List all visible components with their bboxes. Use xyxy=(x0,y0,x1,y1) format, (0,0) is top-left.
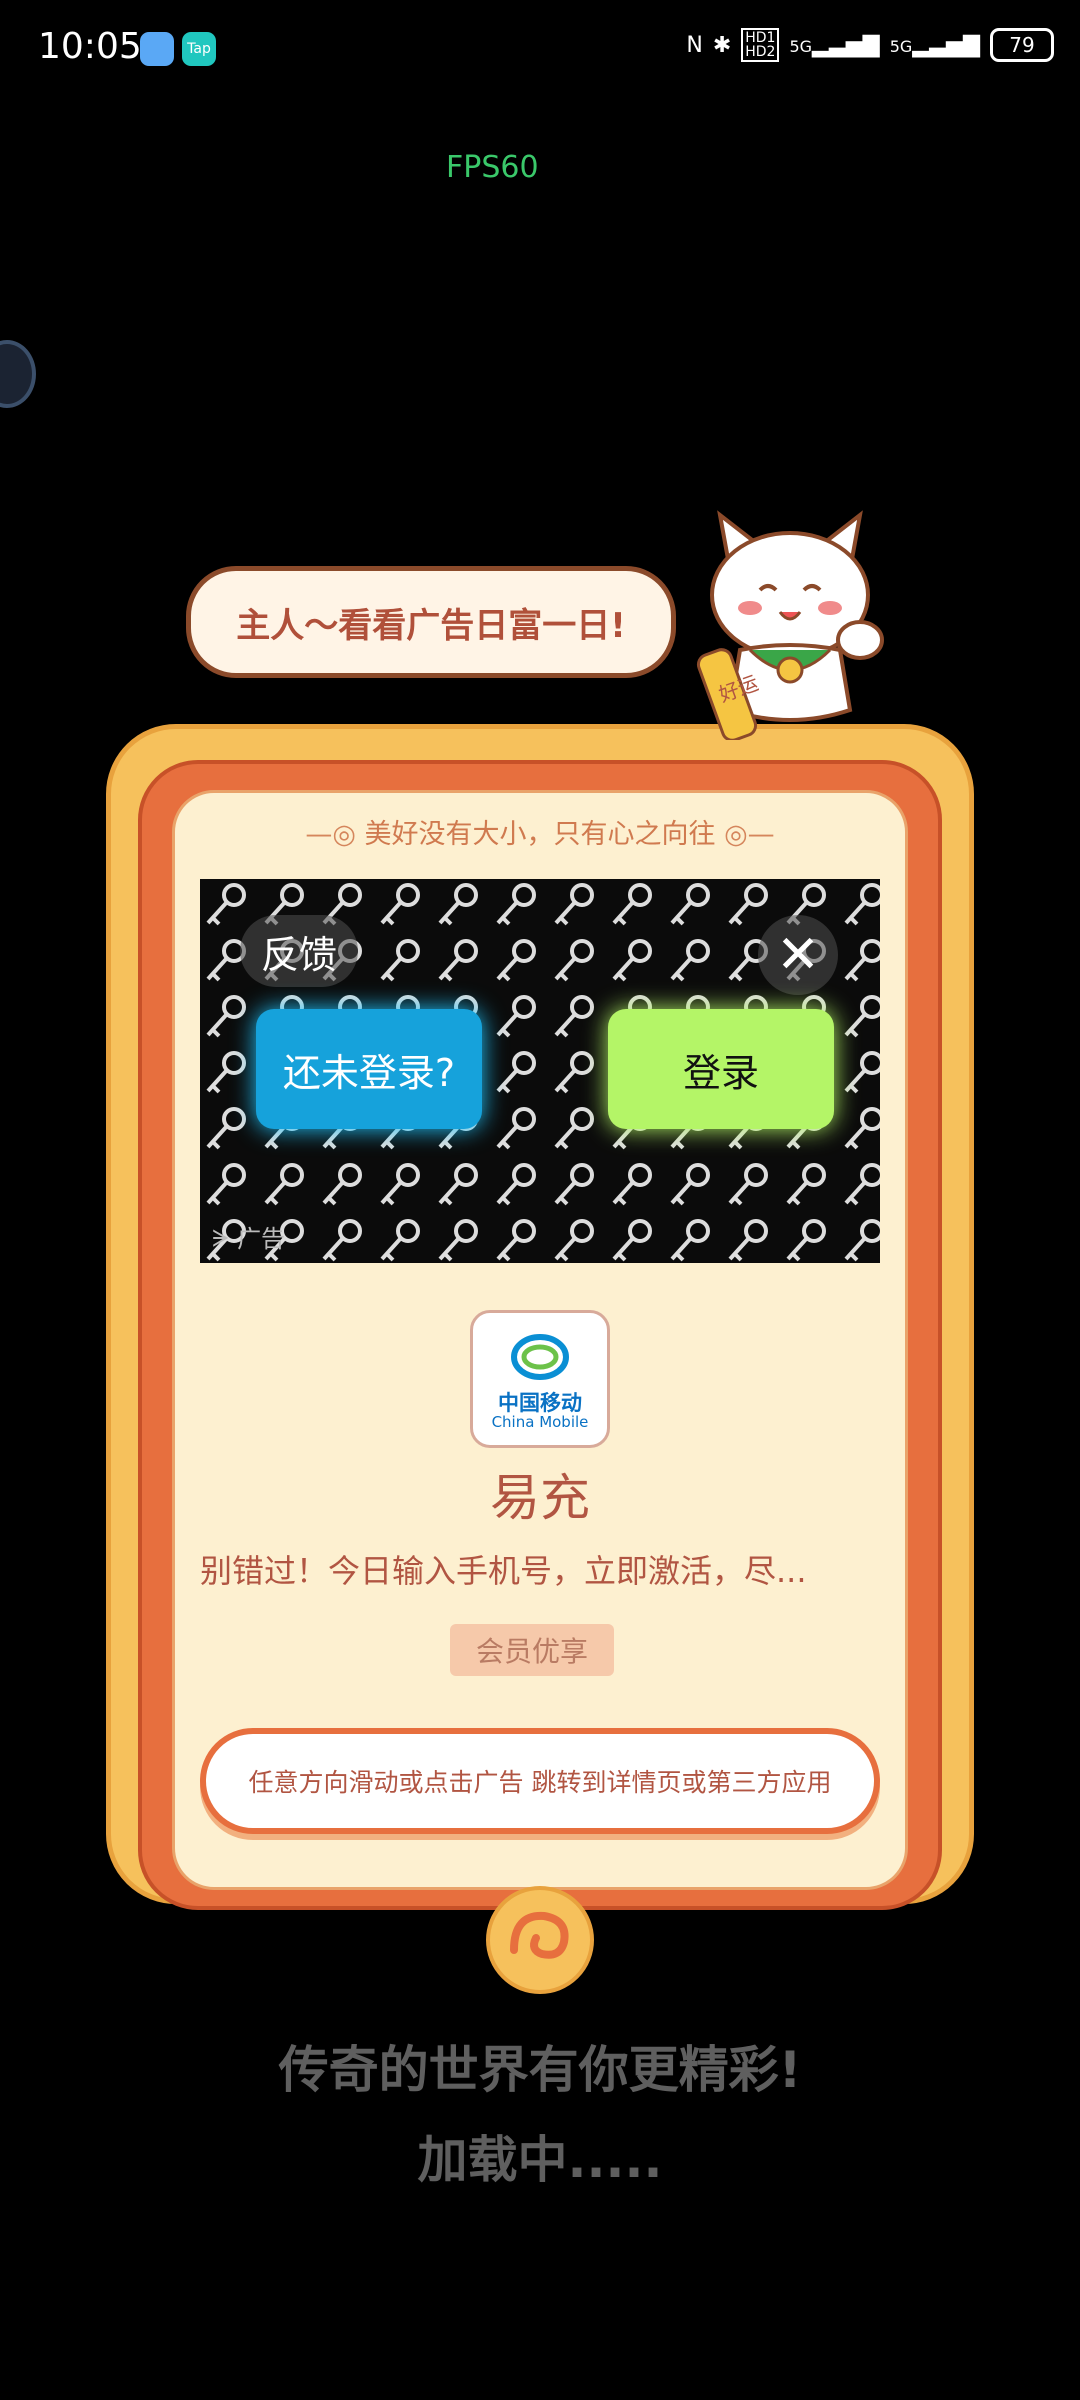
network-label-1: 5G xyxy=(789,36,813,56)
feedback-button[interactable]: 反馈 xyxy=(240,915,358,987)
network-label-2: 5G xyxy=(889,36,913,56)
china-mobile-emblem-icon xyxy=(511,1334,569,1380)
lucky-cat-mascot-icon: 好运 xyxy=(696,510,884,740)
ad-creative[interactable]: 反馈 ✕ 还未登录? 登录 ᗒ 广告 xyxy=(200,879,880,1263)
signal-2: 5G▂▃▅▇ xyxy=(889,32,980,58)
speech-bubble: 主人～看看广告日富一日! xyxy=(186,566,676,678)
motto-label: 美好没有大小，只有心之向往 xyxy=(364,819,716,850)
login-button[interactable]: 登录 xyxy=(608,1009,834,1129)
fps-counter: FPS60 xyxy=(446,150,539,185)
ad-label: ᗒ 广告 xyxy=(212,1225,286,1253)
floating-bubble-icon[interactable] xyxy=(0,340,36,408)
swipe-cta-button[interactable]: 任意方向滑动或点击广告 跳转到详情页或第三方应用 xyxy=(200,1728,880,1834)
weather-app-icon xyxy=(140,32,174,66)
brand-name: 易充 xyxy=(490,1469,590,1527)
logo-text-en: China Mobile xyxy=(491,1413,589,1431)
login-question-button[interactable]: 还未登录? xyxy=(256,1009,482,1129)
hd-label-2: HD2 xyxy=(745,44,776,60)
status-right: N ✱ HD1 HD2 5G▂▃▅▇ 5G▂▃▅▇ 79 xyxy=(686,28,1054,62)
battery-icon: 79 xyxy=(990,28,1054,62)
ad-tag-text: 广告 xyxy=(237,1225,286,1253)
nfc-icon: N xyxy=(686,32,703,58)
tap-app-icon: Tap xyxy=(182,32,216,66)
china-mobile-logo[interactable]: 中国移动 China Mobile xyxy=(470,1310,610,1448)
loading-tagline: 传奇的世界有你更精彩! xyxy=(278,2041,802,2099)
battery-level: 79 xyxy=(1009,33,1035,57)
motto-text: —◎ 美好没有大小，只有心之向往 ◎— xyxy=(305,819,775,850)
signal-1: 5G▂▃▅▇ xyxy=(789,32,880,58)
close-icon[interactable]: ✕ xyxy=(758,915,838,995)
loading-status: 加载中..... xyxy=(417,2131,663,2189)
member-tag: 会员优享 xyxy=(450,1624,614,1676)
hd-icon: HD1 HD2 xyxy=(741,28,780,62)
ad-description: 别错过！今日输入手机号，立即激活，尽... xyxy=(200,1552,807,1590)
bluetooth-icon: ✱ xyxy=(712,32,732,58)
status-bar: 10:05 Tap N ✱ HD1 HD2 5G▂▃▅▇ 5G▂▃▅▇ 79 xyxy=(0,0,1080,96)
scroll-ornament-icon xyxy=(486,1886,594,1994)
status-time: 10:05 xyxy=(38,26,142,67)
